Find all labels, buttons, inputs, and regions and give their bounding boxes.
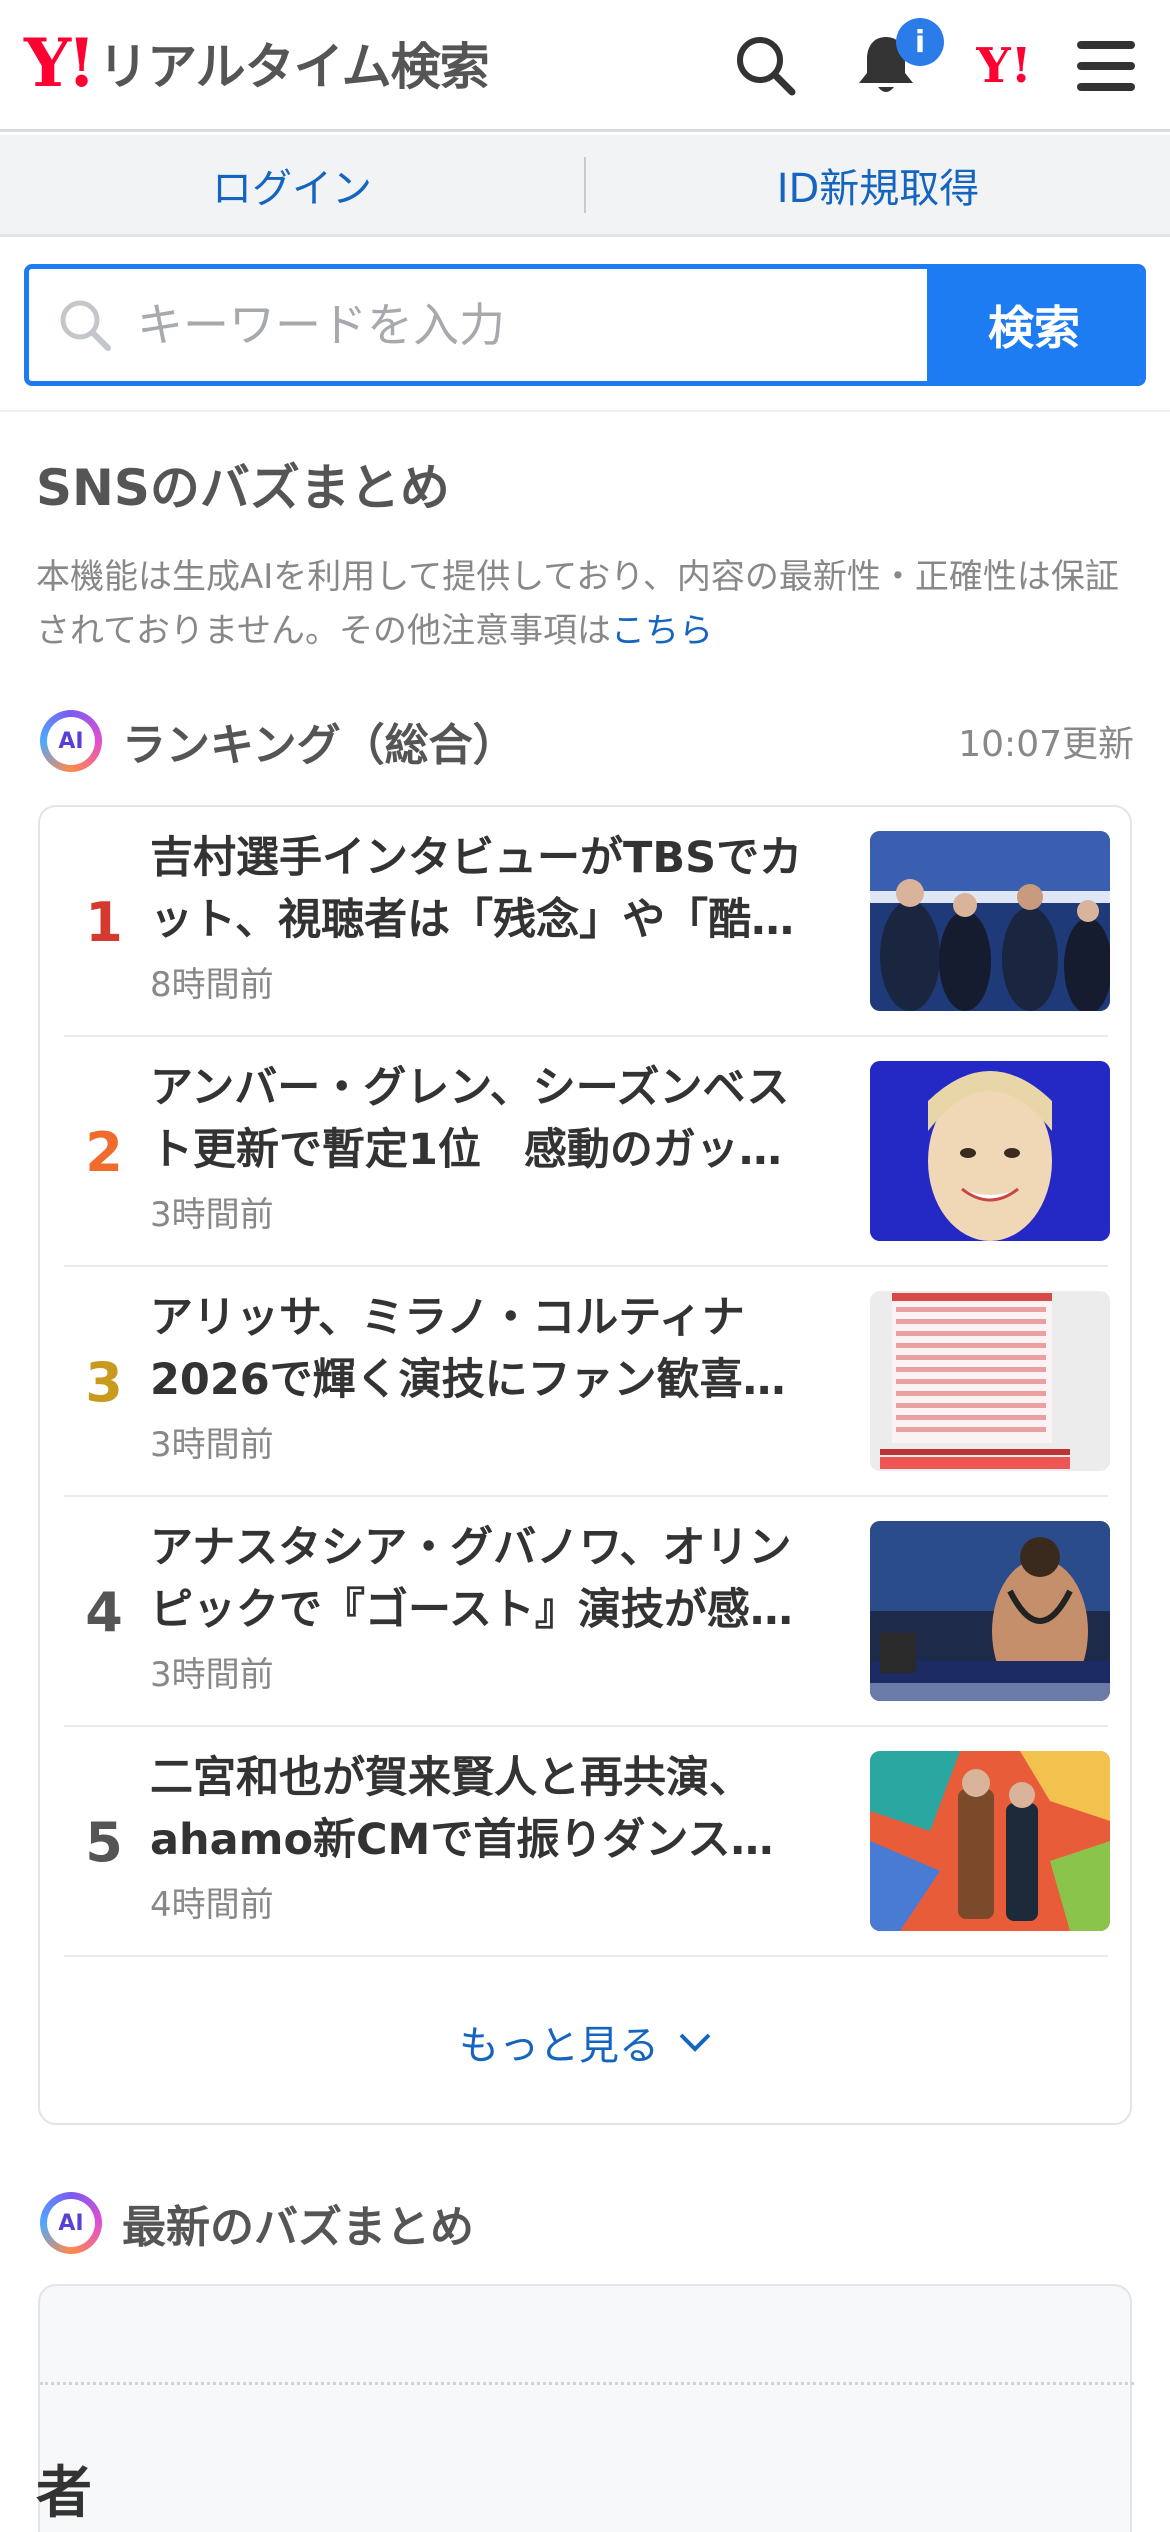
- ranking-item-time: 8時間前: [150, 965, 274, 1005]
- latest-title: 最新のバズまとめ: [122, 2202, 474, 2253]
- login-bar: ログイン ID新規取得: [0, 135, 1170, 237]
- ai-notice: 本機能は生成AIを利用して提供しており、内容の最新性・正確性は保証されておりませ…: [36, 550, 1136, 658]
- register-link[interactable]: ID新規取得: [586, 156, 1170, 214]
- latest-item-text: 者: [36, 2461, 92, 2526]
- bell-icon[interactable]: i: [848, 18, 944, 104]
- logo-text: リアルタイム検索: [98, 38, 489, 96]
- updated-time: 10:07更新: [958, 724, 1134, 765]
- search-button[interactable]: 検索: [927, 269, 1141, 381]
- rank-number: 2: [85, 1120, 123, 1184]
- ranking-item-title[interactable]: アリッサ、ミラノ・コルティナ2026で輝く演技にファン歓喜…: [150, 1287, 830, 1411]
- ranking-thumbnail[interactable]: [870, 1061, 1110, 1241]
- ranking-thumbnail[interactable]: [870, 1521, 1110, 1701]
- latest-divider: [40, 2382, 1134, 2385]
- divider: [0, 410, 1170, 412]
- ranking-item-time: 3時間前: [150, 1195, 274, 1235]
- ai-icon: AI: [40, 710, 102, 772]
- section-title: SNSのバズまとめ: [36, 459, 450, 517]
- rank-number: 3: [85, 1350, 123, 1414]
- ranking-item-title[interactable]: アンバー・グレン、シーズンベスト更新で暫定1位 感動のガッ…: [150, 1057, 830, 1181]
- search-field-icon: [60, 300, 111, 351]
- ranking-item-title[interactable]: 二宮和也が賀来賢人と再共演、ahamo新CMで首振りダンス…: [150, 1747, 830, 1871]
- ranking-item-time: 3時間前: [150, 1425, 274, 1465]
- app-header: Y! リアルタイム検索 i Y!: [0, 0, 1170, 132]
- ranking-thumbnail[interactable]: [870, 1291, 1110, 1471]
- more-link[interactable]: もっと見る: [40, 1987, 1134, 2097]
- ranking-item-time: 3時間前: [150, 1655, 274, 1695]
- search-field[interactable]: [29, 269, 927, 381]
- menu-icon[interactable]: [1068, 28, 1144, 104]
- ranking-header: AI ランキング（総合） 10:07更新: [40, 706, 1134, 776]
- login-link[interactable]: ログイン: [0, 156, 584, 214]
- ranking-item-title[interactable]: 吉村選手インタビューがTBSでカット、視聴者は「残念」や「酷…: [150, 827, 830, 951]
- ranking-title: ランキング（総合）: [122, 720, 517, 771]
- ranking-item[interactable]: 4 アナスタシア・グバノワ、オリンピックで『ゴースト』演技が感… 3時間前: [64, 1497, 1110, 1727]
- ranking-item[interactable]: 3 アリッサ、ミラノ・コルティナ2026で輝く演技にファン歓喜… 3時間前: [64, 1267, 1110, 1497]
- notification-badge: i: [896, 18, 944, 66]
- rank-number: 5: [85, 1810, 123, 1874]
- search-form: 検索: [24, 264, 1146, 386]
- ranking-thumbnail[interactable]: [870, 831, 1110, 1011]
- ranking-item-time: 4時間前: [150, 1885, 274, 1925]
- yahoo-realtime-logo[interactable]: Y! リアルタイム検索: [24, 24, 490, 102]
- search-icon[interactable]: [728, 28, 804, 104]
- ranking-item[interactable]: 1 吉村選手インタビューがTBSでカット、視聴者は「残念」や「酷… 8時間前: [64, 807, 1110, 1037]
- latest-header: AI 最新のバズまとめ: [40, 2188, 474, 2258]
- latest-card[interactable]: [38, 2284, 1134, 2532]
- logo-mark: Y!: [24, 24, 96, 102]
- ranking-item-title[interactable]: アナスタシア・グバノワ、オリンピックで『ゴースト』演技が感…: [150, 1517, 830, 1641]
- ranking-card: 1 吉村選手インタビューがTBSでカット、視聴者は「残念」や「酷… 8時間前 2…: [38, 805, 1132, 2125]
- rank-number: 4: [85, 1580, 123, 1644]
- chevron-down-icon: [679, 2033, 711, 2052]
- more-label: もっと見る: [459, 2023, 659, 2069]
- ranking-item[interactable]: 2 アンバー・グレン、シーズンベスト更新で暫定1位 感動のガッ… 3時間前: [64, 1037, 1110, 1267]
- rank-number: 1: [85, 890, 123, 954]
- notice-link[interactable]: こちら: [611, 611, 713, 651]
- ai-icon: AI: [40, 2192, 102, 2254]
- notice-text: 本機能は生成AIを利用して提供しており、内容の最新性・正確性は保証されておりませ…: [36, 557, 1119, 651]
- ranking-thumbnail[interactable]: [870, 1751, 1110, 1931]
- ranking-item[interactable]: 5 二宮和也が賀来賢人と再共演、ahamo新CMで首振りダンス… 4時間前: [64, 1727, 1110, 1957]
- yahoo-japan-icon[interactable]: Y!: [966, 28, 1042, 104]
- search-input[interactable]: [137, 298, 857, 352]
